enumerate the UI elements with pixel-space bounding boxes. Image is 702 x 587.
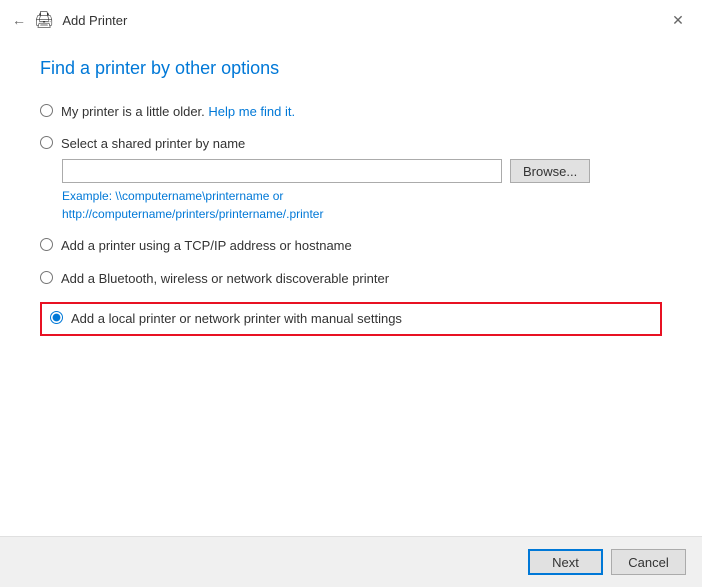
shared-printer-input[interactable]: [62, 159, 502, 183]
add-printer-dialog: ← 🖨 Add Printer ✕ Find a printer by othe…: [0, 0, 702, 587]
options-group: My printer is a little older. Help me fi…: [40, 103, 662, 336]
option-local[interactable]: Add a local printer or network printer w…: [50, 310, 402, 328]
dialog-title: Add Printer: [62, 13, 127, 28]
option-shared[interactable]: Select a shared printer by name: [40, 135, 662, 153]
radio-shared[interactable]: [40, 136, 53, 149]
title-bar-left: ← 🖨 Add Printer: [12, 10, 127, 30]
option-bluetooth[interactable]: Add a Bluetooth, wireless or network dis…: [40, 270, 662, 288]
dialog-footer: Next Cancel: [0, 536, 702, 587]
label-older[interactable]: My printer is a little older. Help me fi…: [61, 103, 295, 121]
title-bar: ← 🖨 Add Printer ✕: [0, 0, 702, 38]
page-title: Find a printer by other options: [40, 58, 662, 79]
cancel-button[interactable]: Cancel: [611, 549, 686, 575]
option-shared-wrapper: Select a shared printer by name Browse..…: [40, 135, 662, 223]
printer-icon: 🖨: [34, 10, 54, 30]
help-link[interactable]: Help me find it.: [208, 104, 295, 119]
radio-bluetooth[interactable]: [40, 271, 53, 284]
shared-printer-block: Browse... Example: \\computername\printe…: [62, 159, 662, 223]
close-button[interactable]: ✕: [666, 8, 690, 32]
label-bluetooth[interactable]: Add a Bluetooth, wireless or network dis…: [61, 270, 389, 288]
dialog-content: Find a printer by other options My print…: [0, 38, 702, 536]
option-older[interactable]: My printer is a little older. Help me fi…: [40, 103, 662, 121]
label-local[interactable]: Add a local printer or network printer w…: [71, 310, 402, 328]
back-arrow-icon[interactable]: ←: [12, 12, 26, 28]
radio-local[interactable]: [50, 311, 63, 324]
radio-tcpip[interactable]: [40, 238, 53, 251]
example-text: Example: \\computername\printername or h…: [62, 187, 662, 223]
label-tcpip[interactable]: Add a printer using a TCP/IP address or …: [61, 237, 352, 255]
label-shared[interactable]: Select a shared printer by name: [61, 135, 245, 153]
next-button[interactable]: Next: [528, 549, 603, 575]
option-local-wrapper: Add a local printer or network printer w…: [40, 302, 662, 336]
browse-button[interactable]: Browse...: [510, 159, 590, 183]
radio-older[interactable]: [40, 104, 53, 117]
option-tcpip[interactable]: Add a printer using a TCP/IP address or …: [40, 237, 662, 255]
shared-input-row: Browse...: [62, 159, 662, 183]
